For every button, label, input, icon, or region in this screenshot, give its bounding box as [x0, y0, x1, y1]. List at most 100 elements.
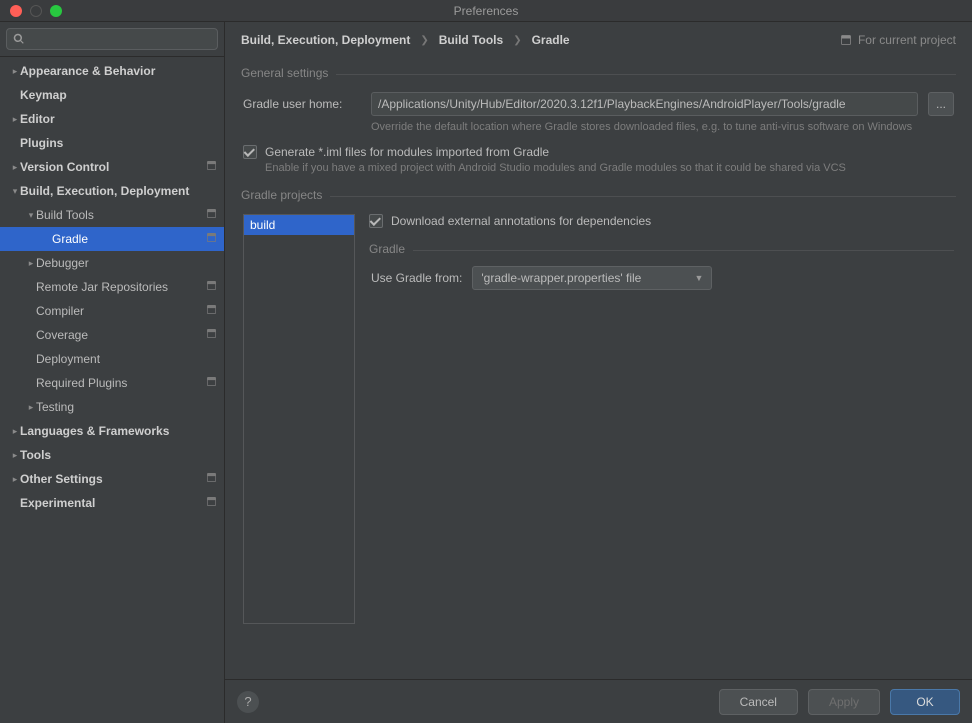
download-annotations-checkbox[interactable]: Download external annotations for depend…: [369, 214, 954, 228]
tree-item-label: Remote Jar Repositories: [36, 280, 204, 294]
tree-other-settings[interactable]: ▸Other Settings: [0, 467, 224, 491]
project-scope-icon: [204, 160, 218, 174]
generate-iml-label: Generate *.iml files for modules importe…: [265, 145, 549, 159]
project-scope-icon: [204, 376, 218, 390]
tree-item-label: Testing: [36, 400, 218, 414]
general-settings-heading: General settings: [241, 66, 336, 80]
settings-tree: ▸Appearance & BehaviorKeymap▸EditorPlugi…: [0, 57, 224, 723]
tree-build-execution-deployment[interactable]: ▾Build, Execution, Deployment: [0, 179, 224, 203]
project-scope-icon: [204, 496, 218, 510]
gradle-home-hint: Override the default location where Grad…: [371, 120, 954, 135]
ok-button[interactable]: OK: [890, 689, 960, 715]
gradle-home-input[interactable]: [371, 92, 918, 116]
gradle-home-label: Gradle user home:: [243, 97, 361, 111]
search-icon: [13, 33, 25, 45]
use-gradle-from-select[interactable]: 'gradle-wrapper.properties' file ▼: [472, 266, 712, 290]
chevron-down-icon[interactable]: ▾: [26, 210, 36, 221]
breadcrumb-item: Gradle: [532, 33, 570, 47]
chevron-right-icon[interactable]: ▸: [26, 402, 36, 413]
gradle-projects-heading: Gradle projects: [241, 188, 330, 202]
project-scope-icon: [204, 328, 218, 342]
chevron-right-icon[interactable]: ▸: [10, 114, 20, 125]
chevron-right-icon[interactable]: ▸: [10, 426, 20, 437]
sidebar: ▸Appearance & BehaviorKeymap▸EditorPlugi…: [0, 22, 225, 723]
use-gradle-from-value: 'gradle-wrapper.properties' file: [481, 271, 641, 285]
download-annotations-label: Download external annotations for depend…: [391, 214, 651, 228]
tree-plugins[interactable]: Plugins: [0, 131, 224, 155]
tree-experimental[interactable]: Experimental: [0, 491, 224, 515]
chevron-right-icon: ❯: [420, 35, 428, 46]
tree-item-label: Tools: [20, 448, 218, 462]
search-input-wrap[interactable]: [6, 28, 218, 50]
chevron-right-icon[interactable]: ▸: [26, 258, 36, 269]
checkbox-icon: [243, 145, 257, 159]
tree-debugger[interactable]: ▸Debugger: [0, 251, 224, 275]
tree-item-label: Required Plugins: [36, 376, 204, 390]
chevron-down-icon[interactable]: ▾: [10, 186, 20, 197]
gradle-project-item[interactable]: build: [244, 215, 354, 235]
tree-item-label: Build, Execution, Deployment: [20, 184, 218, 198]
tree-editor[interactable]: ▸Editor: [0, 107, 224, 131]
dialog-footer: ? Cancel Apply OK: [225, 679, 972, 723]
generate-iml-checkbox[interactable]: Generate *.iml files for modules importe…: [243, 145, 954, 159]
tree-testing[interactable]: ▸Testing: [0, 395, 224, 419]
tree-item-label: Coverage: [36, 328, 204, 342]
chevron-right-icon[interactable]: ▸: [10, 474, 20, 485]
search-input[interactable]: [29, 32, 211, 46]
chevron-down-icon: ▼: [694, 273, 703, 283]
browse-gradle-home-button[interactable]: ...: [928, 92, 954, 116]
project-scope-icon: [840, 34, 852, 46]
project-scope-icon: [204, 208, 218, 222]
use-gradle-from-label: Use Gradle from:: [371, 271, 462, 285]
cancel-button[interactable]: Cancel: [719, 689, 798, 715]
tree-item-label: Languages & Frameworks: [20, 424, 218, 438]
tree-item-label: Build Tools: [36, 208, 204, 222]
tree-item-label: Plugins: [20, 136, 218, 150]
tree-item-label: Compiler: [36, 304, 204, 318]
project-scope-icon: [204, 232, 218, 246]
for-current-project-label: For current project: [840, 33, 956, 47]
tree-build-tools[interactable]: ▾Build Tools: [0, 203, 224, 227]
generate-iml-hint: Enable if you have a mixed project with …: [265, 162, 954, 174]
gradle-subgroup-heading: Gradle: [369, 242, 413, 256]
tree-languages-frameworks[interactable]: ▸Languages & Frameworks: [0, 419, 224, 443]
chevron-right-icon[interactable]: ▸: [10, 450, 20, 461]
project-scope-icon: [204, 280, 218, 294]
checkbox-icon: [369, 214, 383, 228]
breadcrumb: Build, Execution, Deployment ❯ Build Too…: [225, 22, 972, 58]
tree-tools[interactable]: ▸Tools: [0, 443, 224, 467]
tree-item-label: Editor: [20, 112, 218, 126]
tree-appearance-behavior[interactable]: ▸Appearance & Behavior: [0, 59, 224, 83]
gradle-subgroup: Gradle Use Gradle from: 'gradle-wrapper.…: [369, 242, 954, 290]
tree-coverage[interactable]: Coverage: [0, 323, 224, 347]
tree-keymap[interactable]: Keymap: [0, 83, 224, 107]
tree-item-label: Appearance & Behavior: [20, 64, 218, 78]
general-settings-group: General settings Gradle user home: ... O…: [241, 66, 956, 174]
chevron-right-icon: ❯: [513, 35, 521, 46]
titlebar: Preferences: [0, 0, 972, 22]
tree-version-control[interactable]: ▸Version Control: [0, 155, 224, 179]
breadcrumb-item[interactable]: Build, Execution, Deployment: [241, 33, 410, 47]
apply-button: Apply: [808, 689, 880, 715]
tree-item-label: Other Settings: [20, 472, 204, 486]
project-scope-icon: [204, 472, 218, 486]
tree-item-label: Deployment: [36, 352, 218, 366]
chevron-right-icon[interactable]: ▸: [10, 66, 20, 77]
chevron-right-icon[interactable]: ▸: [10, 162, 20, 173]
tree-item-label: Gradle: [52, 232, 204, 246]
tree-item-label: Keymap: [20, 88, 218, 102]
gradle-projects-list[interactable]: build: [243, 214, 355, 624]
tree-compiler[interactable]: Compiler: [0, 299, 224, 323]
tree-item-label: Debugger: [36, 256, 218, 270]
tree-gradle[interactable]: Gradle: [0, 227, 224, 251]
tree-required-plugins[interactable]: Required Plugins: [0, 371, 224, 395]
tree-item-label: Version Control: [20, 160, 204, 174]
help-button[interactable]: ?: [237, 691, 259, 713]
breadcrumb-item[interactable]: Build Tools: [439, 33, 503, 47]
project-scope-icon: [204, 304, 218, 318]
window-title: Preferences: [0, 4, 972, 18]
gradle-projects-group: Gradle projects build Download external …: [241, 188, 956, 624]
tree-deployment[interactable]: Deployment: [0, 347, 224, 371]
tree-item-label: Experimental: [20, 496, 204, 510]
tree-remote-jar-repositories[interactable]: Remote Jar Repositories: [0, 275, 224, 299]
